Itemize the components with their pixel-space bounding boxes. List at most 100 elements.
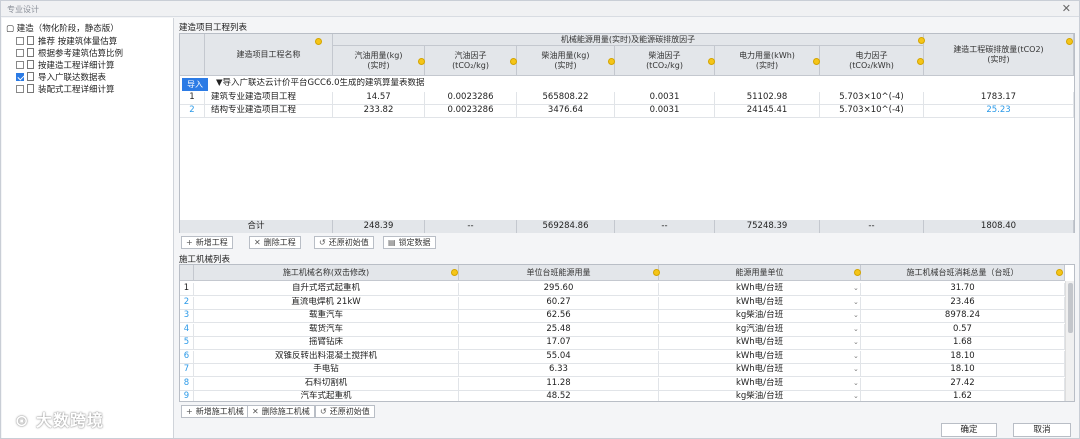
- machine-cell-n[interactable]: 8: [180, 377, 194, 391]
- project-cell-dieself[interactable]: 0.0031: [615, 105, 715, 118]
- col-power-factor[interactable]: 电力因子 (tCO₂/kWh): [820, 46, 924, 76]
- restore-machine-button[interactable]: ↺ 还原初始值: [315, 405, 375, 418]
- project-cell-power[interactable]: 24145.41: [715, 105, 820, 118]
- chevron-down-icon[interactable]: ⌄: [853, 325, 859, 333]
- machine-cell-use[interactable]: 17.07: [459, 337, 659, 350]
- tree-item[interactable]: 按建造工程详细计算: [16, 59, 115, 71]
- machine-cell-unit[interactable]: kg汽油/台班: [659, 323, 861, 337]
- project-cell-total[interactable]: 1783.17: [924, 92, 1074, 105]
- tree-item[interactable]: 根据参考建筑估算比例: [16, 47, 123, 59]
- col-energy-unit[interactable]: 能源用量单位: [659, 265, 861, 281]
- cancel-button[interactable]: 取消: [1013, 423, 1071, 437]
- restore-button[interactable]: ↺ 还原初始值: [314, 236, 374, 249]
- machine-cell-n[interactable]: 2: [180, 296, 194, 310]
- machine-cell-use[interactable]: 48.52: [459, 391, 659, 401]
- checkbox[interactable]: [16, 72, 24, 81]
- machine-cell-unit[interactable]: kWh电/台班: [659, 364, 861, 377]
- machine-cell-unit[interactable]: kWh电/台班: [659, 377, 861, 391]
- checkbox[interactable]: [16, 60, 24, 69]
- chevron-down-icon[interactable]: ⌄: [853, 392, 859, 400]
- machine-cell-unit[interactable]: kWh电/台班: [659, 296, 861, 310]
- chevron-down-icon[interactable]: ⌄: [853, 284, 859, 292]
- project-cell-gas[interactable]: 14.57: [333, 92, 425, 105]
- machine-cell-n[interactable]: 1: [180, 283, 194, 296]
- machine-cell-unit[interactable]: kWh电/台班: [659, 337, 861, 350]
- machine-cell-total[interactable]: 18.10: [861, 350, 1065, 364]
- tree-item[interactable]: 导入广联达数据表: [16, 71, 106, 83]
- close-icon[interactable]: ✕: [1062, 2, 1071, 15]
- project-cell-powerf[interactable]: 5.703×10^(-4): [820, 92, 924, 105]
- checkbox[interactable]: [16, 48, 24, 57]
- project-cell-name[interactable]: 建筑专业建造项目工程: [205, 92, 333, 105]
- col-project-name[interactable]: 建造项目工程名称: [205, 34, 333, 76]
- machine-cell-name[interactable]: 自升式塔式起重机: [194, 283, 459, 296]
- col-machine-name[interactable]: 施工机械名称(双击修改): [194, 265, 459, 281]
- add-project-button[interactable]: + 新增工程: [181, 236, 233, 249]
- machine-cell-total[interactable]: 0.57: [861, 323, 1065, 337]
- machine-cell-n[interactable]: 9: [180, 391, 194, 401]
- machine-cell-name[interactable]: 直流电焊机 21kW: [194, 296, 459, 310]
- chevron-down-icon[interactable]: ⌄: [853, 379, 859, 387]
- lock-data-button[interactable]: ▤ 锁定数据: [383, 236, 436, 249]
- machine-cell-total[interactable]: 27.42: [861, 377, 1065, 391]
- machine-cell-unit[interactable]: kWh电/台班: [659, 283, 861, 296]
- machine-cell-total[interactable]: 23.46: [861, 296, 1065, 310]
- project-cell-name[interactable]: 结构专业建造项目工程: [205, 105, 333, 118]
- project-cell-dieself[interactable]: 0.0031: [615, 92, 715, 105]
- chevron-down-icon[interactable]: ⌄: [853, 338, 859, 346]
- col-diesel-use[interactable]: 柴油用量(kg) (实时): [517, 46, 615, 76]
- project-cell-diesel[interactable]: 565808.22: [517, 92, 615, 105]
- machine-cell-name[interactable]: 汽车式起重机: [194, 391, 459, 401]
- machine-cell-n[interactable]: 6: [180, 350, 194, 364]
- chevron-down-icon[interactable]: ⌄: [853, 311, 859, 319]
- machine-cell-n[interactable]: 5: [180, 337, 194, 350]
- col-unit-energy[interactable]: 单位台班能源用量: [459, 265, 659, 281]
- import-button[interactable]: 导入: [182, 78, 208, 91]
- machine-cell-total[interactable]: 8978.24: [861, 310, 1065, 323]
- project-cell-powerf[interactable]: 5.703×10^(-4): [820, 105, 924, 118]
- machine-cell-total[interactable]: 31.70: [861, 283, 1065, 296]
- col-diesel-factor[interactable]: 柴油因子 (tCO₂/kg): [615, 46, 715, 76]
- checkbox[interactable]: [16, 84, 24, 93]
- machine-cell-n[interactable]: 3: [180, 310, 194, 323]
- project-cell-gas[interactable]: 233.82: [333, 105, 425, 118]
- chevron-down-icon[interactable]: ⌄: [853, 365, 859, 373]
- ok-button[interactable]: 确定: [941, 423, 997, 437]
- chevron-down-icon[interactable]: ⌄: [853, 352, 859, 360]
- col-gas-use[interactable]: 汽油用量(kg) (实时): [333, 46, 425, 76]
- machine-cell-name[interactable]: 石料切割机: [194, 377, 459, 391]
- add-machine-button[interactable]: + 新增施工机械: [181, 405, 249, 418]
- machine-cell-total[interactable]: 18.10: [861, 364, 1065, 377]
- machine-cell-unit[interactable]: kg柴油/台班: [659, 310, 861, 323]
- delete-project-button[interactable]: ✕ 删除工程: [249, 236, 301, 249]
- machine-cell-use[interactable]: 55.04: [459, 350, 659, 364]
- machine-scrollbar[interactable]: [1065, 281, 1074, 401]
- machine-cell-use[interactable]: 25.48: [459, 323, 659, 337]
- col-gas-factor[interactable]: 汽油因子 (tCO₂/kg): [425, 46, 517, 76]
- tree-item[interactable]: 推荐 按建筑体量估算: [16, 35, 117, 47]
- tree-item[interactable]: 装配式工程详细计算: [16, 83, 115, 95]
- project-cell-gasf[interactable]: 0.0023286: [425, 105, 517, 118]
- machine-cell-total[interactable]: 1.68: [861, 337, 1065, 350]
- machine-cell-name[interactable]: 载货汽车: [194, 323, 459, 337]
- machine-cell-n[interactable]: 4: [180, 323, 194, 337]
- machine-cell-unit[interactable]: kWh电/台班: [659, 350, 861, 364]
- project-cell-gasf[interactable]: 0.0023286: [425, 92, 517, 105]
- chevron-down-icon[interactable]: ⌄: [853, 298, 859, 306]
- machine-cell-name[interactable]: 双锥反转出料混凝土搅拌机: [194, 350, 459, 364]
- checkbox[interactable]: [16, 36, 24, 45]
- machine-cell-use[interactable]: 295.60: [459, 283, 659, 296]
- machine-cell-total[interactable]: 1.62: [861, 391, 1065, 401]
- machine-cell-unit[interactable]: kg柴油/台班: [659, 391, 861, 401]
- machine-cell-use[interactable]: 62.56: [459, 310, 659, 323]
- delete-machine-button[interactable]: ✕ 删除施工机械: [247, 405, 315, 418]
- project-cell-n[interactable]: 2: [180, 105, 205, 118]
- project-cell-diesel[interactable]: 3476.64: [517, 105, 615, 118]
- scroll-thumb[interactable]: [1068, 283, 1073, 333]
- col-total-emission[interactable]: 建造工程碳排放量(tCO2) (实时): [924, 34, 1074, 76]
- project-cell-total[interactable]: 25.23: [924, 105, 1074, 118]
- tree-root[interactable]: ▢ 建造（物化阶段，静态版）: [6, 22, 119, 34]
- machine-cell-use[interactable]: 11.28: [459, 377, 659, 391]
- machine-cell-name[interactable]: 摇臂钻床: [194, 337, 459, 350]
- project-cell-power[interactable]: 51102.98: [715, 92, 820, 105]
